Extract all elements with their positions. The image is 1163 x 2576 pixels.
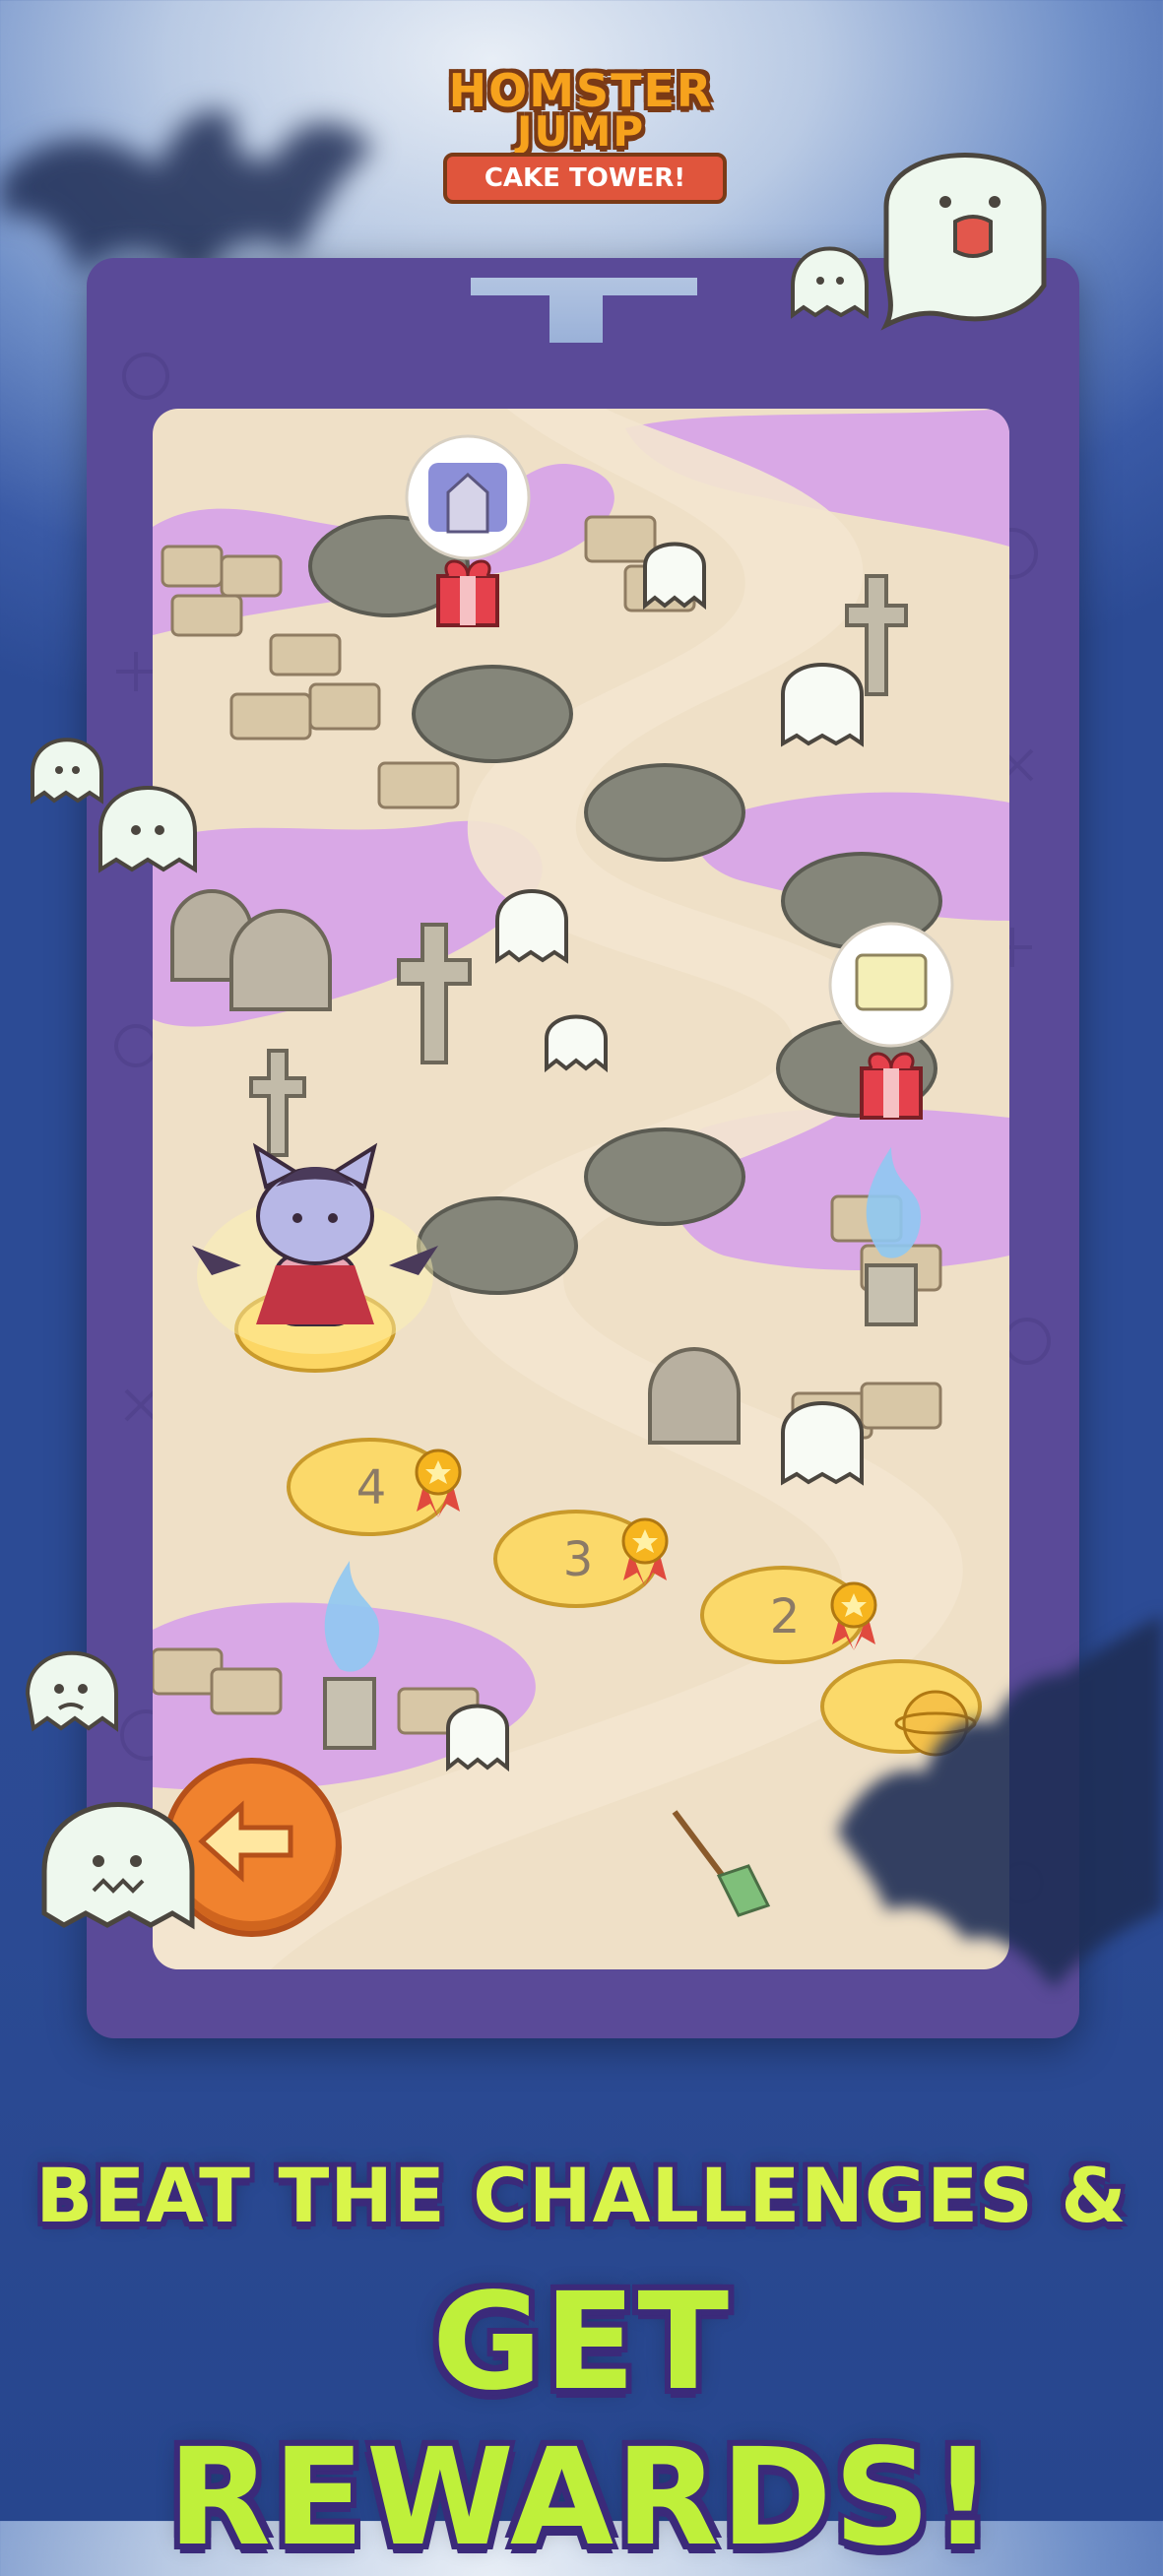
- ghost-bottom-left-small: [25, 1650, 118, 1732]
- ghost-left-medium: [98, 786, 197, 873]
- tagline-line-1: BEAT THE CHALLENGES &: [35, 2152, 1128, 2239]
- tagline-line-2: GET REWARDS!: [167, 2265, 996, 2576]
- level-number-3: 3: [563, 1532, 594, 1587]
- level-node-4[interactable]: 4: [287, 1438, 462, 1536]
- frame-notch-bar-2: [471, 295, 549, 343]
- broom-decoration: [672, 1810, 771, 1917]
- level-number-2: 2: [770, 1589, 801, 1644]
- level-node-3[interactable]: 3: [493, 1510, 669, 1608]
- logo-line-2: JUMP: [516, 107, 646, 156]
- logo-ribbon: CAKE TOWER!: [443, 153, 727, 204]
- game-logo: HOMSTER JUMP CAKE TOWER!: [423, 54, 739, 204]
- frame-notch-bar-3: [603, 295, 697, 343]
- frame-notch-bar: [471, 258, 697, 278]
- level-number-4: 4: [356, 1460, 387, 1515]
- ghost-bottom-left-large: [41, 1802, 195, 1930]
- ghost-top-right-small: [791, 246, 869, 319]
- bat-silhouette-bottom-right: [837, 1615, 1163, 1989]
- ghost-top-right-large: [880, 153, 1047, 331]
- current-level-pad[interactable]: [192, 1142, 438, 1373]
